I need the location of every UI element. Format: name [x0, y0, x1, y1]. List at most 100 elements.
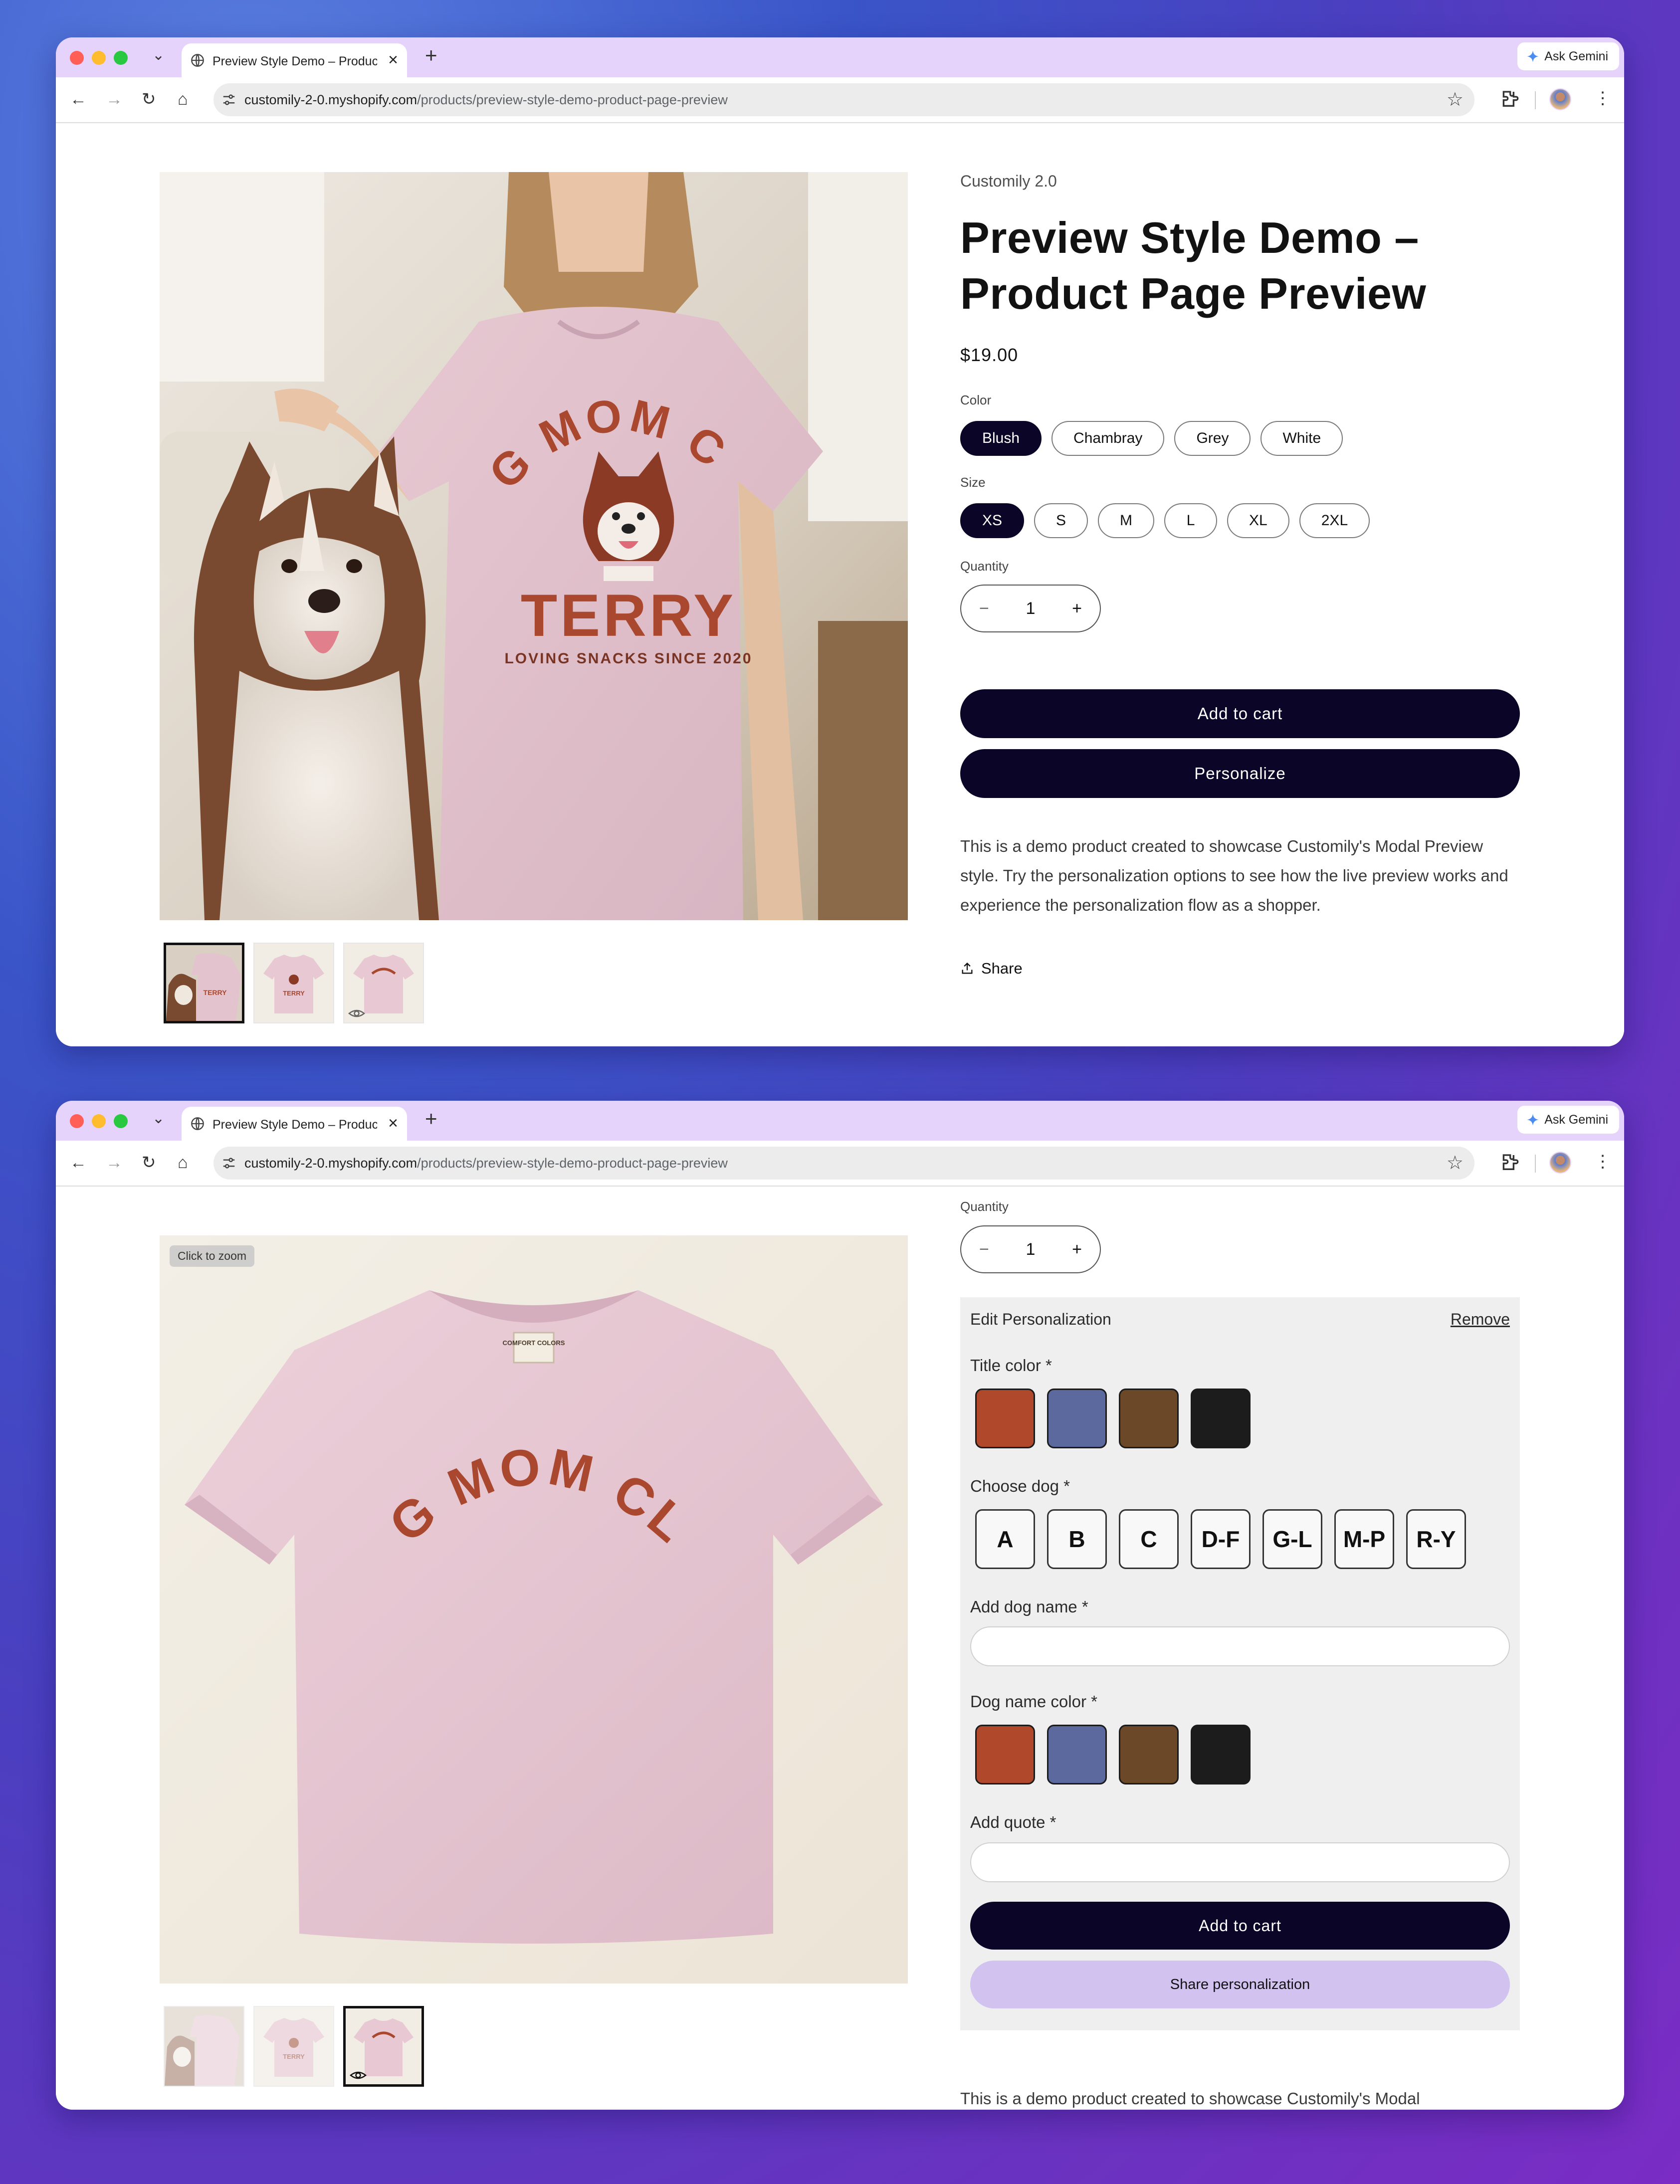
ask-gemini-button[interactable]: Ask Gemini	[1517, 42, 1619, 70]
size-option-2xl[interactable]: 2XL	[1299, 503, 1370, 538]
woman-with-husky-photo: DOG MOM CLUB TERRY LOVING SNACKS SINCE 2…	[160, 172, 908, 920]
share-personalization-button[interactable]: Share personalization	[970, 1961, 1510, 2008]
share-button[interactable]: Share	[960, 960, 1023, 978]
close-window-button[interactable]	[70, 51, 84, 65]
browser-menu-icon[interactable]: ⋮	[1594, 1152, 1611, 1172]
color-option-chambray[interactable]: Chambray	[1051, 421, 1165, 456]
thumbnail-woman-dog[interactable]	[164, 2006, 244, 2087]
profile-avatar[interactable]	[1549, 88, 1571, 110]
quantity-increase-button[interactable]: +	[1072, 599, 1082, 618]
maximize-window-button[interactable]	[114, 51, 128, 65]
title-color-swatch-black[interactable]	[1191, 1389, 1251, 1448]
minimize-window-button[interactable]	[92, 51, 106, 65]
close-tab-icon[interactable]: ×	[388, 1114, 398, 1133]
back-arrow-icon[interactable]: ←	[70, 1153, 87, 1173]
dog-name-input[interactable]	[970, 1626, 1510, 1666]
new-tab-icon[interactable]: +	[425, 1107, 437, 1131]
product-main-image[interactable]: DOG MOM CLUB TERRY LOVING SNACKS SINCE 2…	[160, 172, 908, 920]
site-settings-icon[interactable]	[221, 92, 236, 107]
quantity-value[interactable]: 1	[1026, 1240, 1036, 1259]
color-option-blush[interactable]: Blush	[960, 421, 1042, 456]
dog-option-a[interactable]: A	[975, 1509, 1035, 1569]
url-host: customily-2-0.myshopify.com	[244, 1156, 418, 1171]
color-option-grey[interactable]: Grey	[1174, 421, 1251, 456]
reload-icon[interactable]: ↻	[142, 89, 156, 109]
size-option-xs[interactable]: XS	[960, 503, 1025, 538]
title-color-swatch-brown[interactable]	[1119, 1389, 1179, 1448]
dog-name-color-swatch-brown[interactable]	[1119, 1725, 1179, 1785]
product-description-partial: This is a demo product created to showca…	[960, 2089, 1420, 2108]
forward-arrow-icon[interactable]: →	[106, 89, 123, 109]
tab-search-chevron-icon[interactable]: ⌄	[152, 1110, 165, 1127]
dog-option-r-y[interactable]: R-Y	[1406, 1509, 1466, 1569]
address-bar[interactable]: customily-2-0.myshopify.com/products/pre…	[213, 1147, 1474, 1180]
quantity-value[interactable]: 1	[1026, 599, 1036, 618]
quantity-increase-button[interactable]: +	[1072, 1240, 1082, 1259]
color-label: Color	[960, 393, 992, 407]
bookmark-star-icon[interactable]: ☆	[1447, 1152, 1464, 1174]
extensions-puzzle-icon[interactable]	[1499, 1153, 1519, 1173]
address-bar[interactable]: customily-2-0.myshopify.com/products/pre…	[213, 83, 1474, 116]
forward-arrow-icon[interactable]: →	[106, 1153, 123, 1173]
click-to-zoom-hint[interactable]: Click to zoom	[170, 1245, 255, 1267]
tab-product-page[interactable]: Preview Style Demo – Produc ×	[182, 1107, 407, 1141]
dog-option-m-p[interactable]: M-P	[1334, 1509, 1394, 1569]
personalize-button[interactable]: Personalize	[960, 749, 1520, 798]
size-option-m[interactable]: M	[1098, 503, 1155, 538]
dog-option-b[interactable]: B	[1047, 1509, 1107, 1569]
panel-add-to-cart-button[interactable]: Add to cart	[970, 1902, 1510, 1950]
bookmark-star-icon[interactable]: ☆	[1447, 88, 1464, 111]
profile-avatar[interactable]	[1549, 1152, 1571, 1174]
close-window-button[interactable]	[70, 1114, 84, 1128]
dog-option-d-f[interactable]: D-F	[1191, 1509, 1251, 1569]
dog-option-c[interactable]: C	[1119, 1509, 1179, 1569]
dog-name-color-swatch-blue[interactable]	[1047, 1725, 1107, 1785]
thumbnail-shirt-preview[interactable]	[343, 2006, 424, 2087]
size-option-l[interactable]: L	[1164, 503, 1218, 538]
gemini-sparkle-icon	[1527, 1114, 1539, 1126]
home-icon[interactable]: ⌂	[178, 89, 188, 109]
minimize-window-button[interactable]	[92, 1114, 106, 1128]
dog-name-color-swatch-rust[interactable]	[975, 1725, 1035, 1785]
globe-icon	[191, 1117, 204, 1130]
title-color-swatch-blue[interactable]	[1047, 1389, 1107, 1448]
quantity-decrease-button[interactable]: −	[979, 599, 989, 618]
thumbnail-shirt-print[interactable]: TERRY	[253, 2006, 334, 2087]
back-arrow-icon[interactable]: ←	[70, 89, 87, 109]
thumbnail-shirt-preview[interactable]	[343, 943, 424, 1023]
ask-gemini-button[interactable]: Ask Gemini	[1517, 1106, 1619, 1134]
maximize-window-button[interactable]	[114, 1114, 128, 1128]
product-description: This is a demo product created to showca…	[960, 837, 1508, 914]
toolbar-divider	[1535, 91, 1536, 109]
title-color-swatch-rust[interactable]	[975, 1389, 1035, 1448]
quote-label: Add quote *	[970, 1813, 1056, 1831]
size-option-s[interactable]: S	[1034, 503, 1088, 538]
shirt-print-tagline: LOVING SNACKS SINCE 2020	[504, 650, 752, 667]
dog-name-color-swatch-black[interactable]	[1191, 1725, 1251, 1785]
dog-option-g-l[interactable]: G-L	[1262, 1509, 1322, 1569]
remove-personalization-link[interactable]: Remove	[1451, 1310, 1510, 1329]
product-price: $19.00	[960, 345, 1019, 365]
window-controls	[70, 51, 128, 65]
add-to-cart-button[interactable]: Add to cart	[960, 689, 1520, 738]
browser-window-product-page: ⌄ Preview Style Demo – Produc × + Ask Ge…	[56, 37, 1624, 1046]
extensions-puzzle-icon[interactable]	[1499, 89, 1519, 109]
new-tab-icon[interactable]: +	[425, 43, 437, 67]
tab-product-page[interactable]: Preview Style Demo – Produc ×	[182, 43, 407, 77]
browser-menu-icon[interactable]: ⋮	[1594, 88, 1611, 108]
product-title-line-2: Product Page Preview	[960, 269, 1427, 318]
reload-icon[interactable]: ↻	[142, 1153, 156, 1173]
quantity-decrease-button[interactable]: −	[979, 1240, 989, 1259]
close-tab-icon[interactable]: ×	[388, 50, 398, 70]
color-option-white[interactable]: White	[1260, 421, 1343, 456]
quote-input[interactable]	[970, 1842, 1510, 1882]
site-settings-icon[interactable]	[221, 1156, 236, 1171]
home-icon[interactable]: ⌂	[178, 1153, 188, 1173]
thumbnail-shirt-print[interactable]: TERRY	[253, 943, 334, 1023]
product-main-image[interactable]: COMFORT COLORS DOG MOM CLUB Click to zoo…	[160, 1235, 908, 1984]
thumbnail-woman-dog[interactable]: TERRY	[164, 943, 244, 1023]
url-text: customily-2-0.myshopify.com/products/pre…	[244, 92, 728, 108]
size-label: Size	[960, 475, 986, 490]
size-option-xl[interactable]: XL	[1227, 503, 1289, 538]
tab-search-chevron-icon[interactable]: ⌄	[152, 46, 165, 64]
